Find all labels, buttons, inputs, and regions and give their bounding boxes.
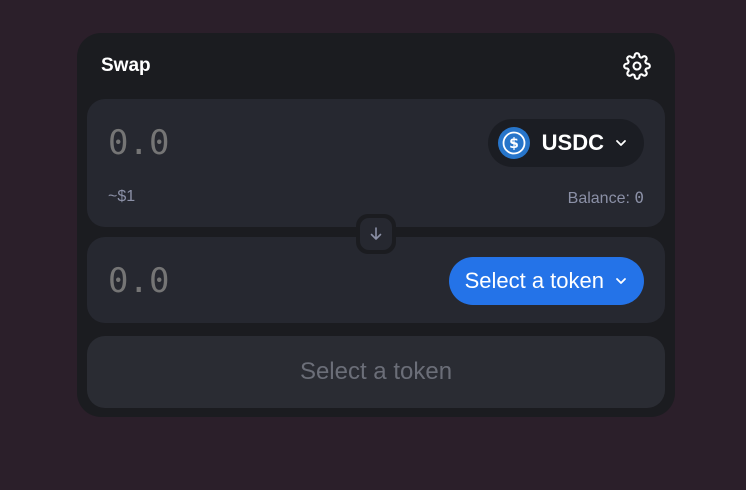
swap-action-button[interactable]: Select a token — [87, 336, 665, 408]
select-token-label: Select a token — [464, 268, 604, 293]
swap-title: Swap — [101, 55, 151, 76]
input-usd-value: ~$1 — [108, 188, 136, 205]
input-token-panel: $ USDC ~$1 Balance: 0 — [87, 99, 665, 227]
chevron-down-icon — [616, 140, 626, 146]
gear-icon[interactable] — [623, 52, 651, 80]
input-amount-field[interactable] — [108, 123, 348, 163]
arrow-down-icon — [370, 227, 382, 240]
balance-label: Balance: — [567, 190, 630, 207]
input-balance: Balance: 0 — [568, 188, 644, 208]
svg-text:$: $ — [509, 136, 519, 152]
output-amount-field[interactable] — [108, 261, 348, 301]
input-token-selector[interactable]: $ USDC — [487, 119, 644, 167]
select-token-button[interactable]: Select a token — [448, 257, 644, 305]
balance-value: 0 — [634, 188, 644, 207]
input-token-symbol: USDC — [541, 130, 604, 155]
swap-header: Swap — [77, 33, 675, 99]
chevron-down-icon — [616, 278, 626, 284]
switch-direction-button[interactable] — [356, 214, 396, 254]
usdc-icon: $ — [497, 127, 530, 159]
switch-direction-inner — [360, 218, 392, 250]
swap-card: Swap $ USDC ~$1 Balance: 0 — [77, 33, 675, 417]
